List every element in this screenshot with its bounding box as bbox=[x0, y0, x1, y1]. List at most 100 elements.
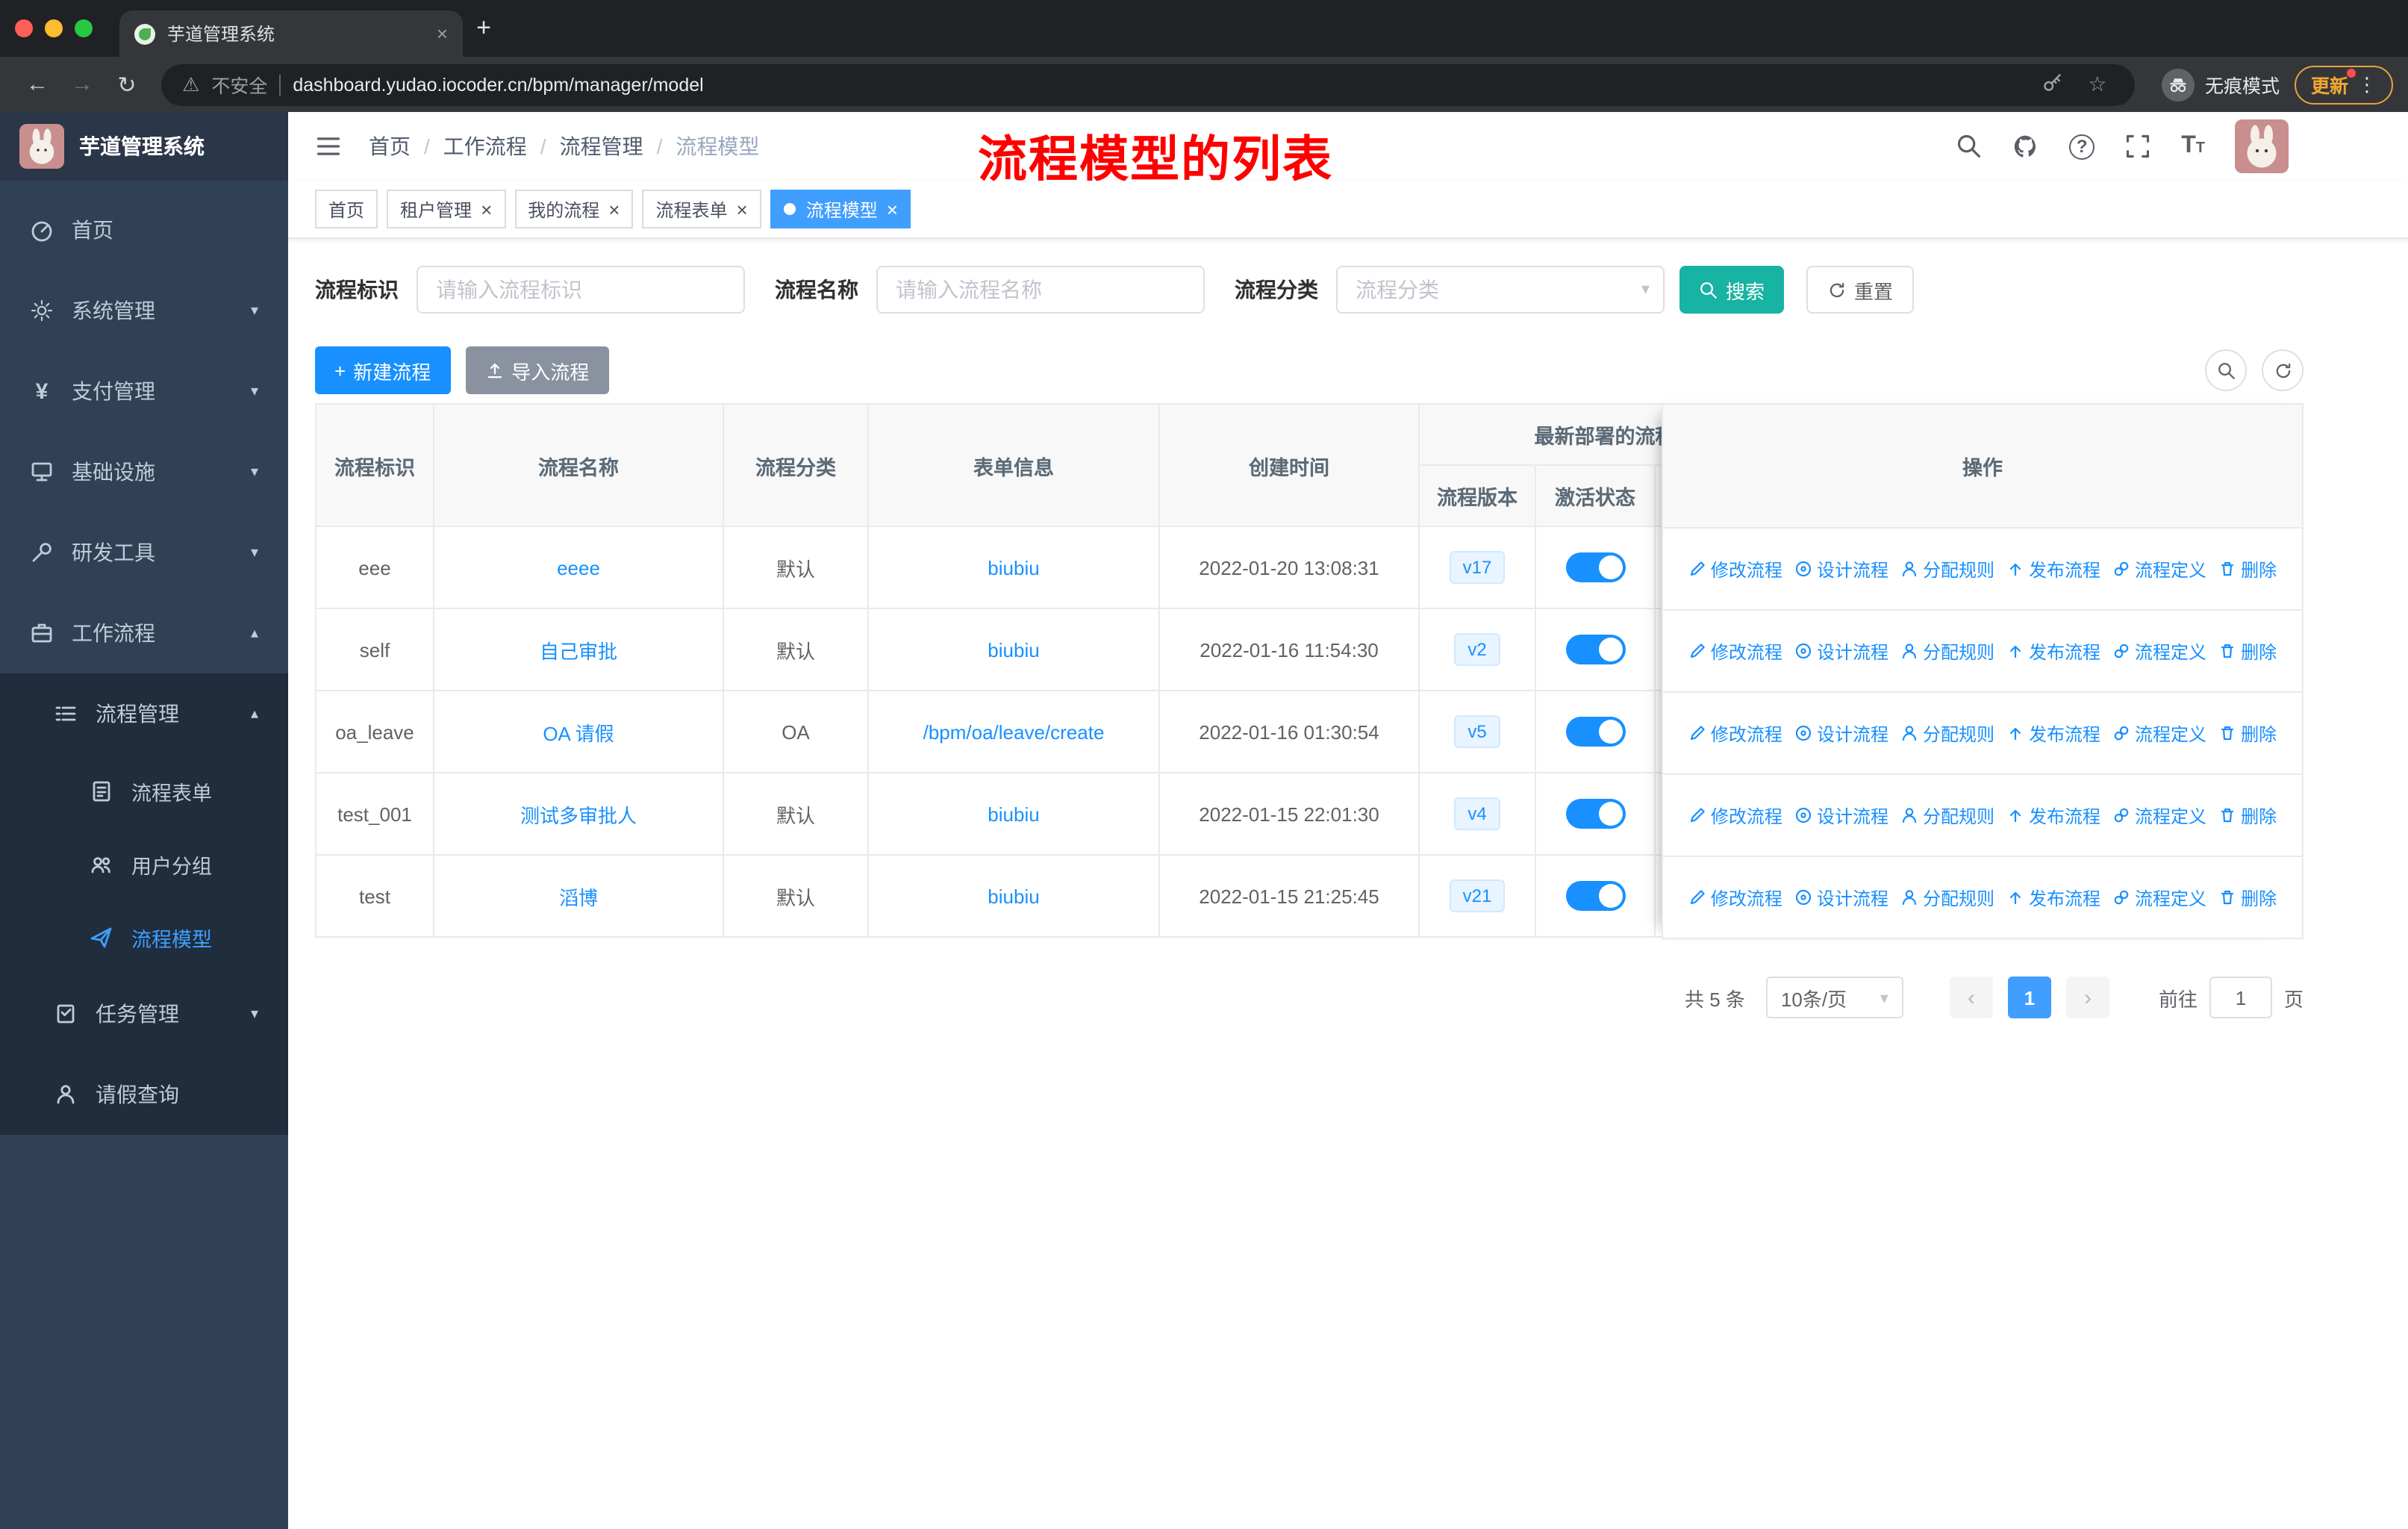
github-icon[interactable] bbox=[2012, 133, 2039, 160]
delete-link[interactable]: 删除 bbox=[2218, 638, 2277, 664]
publish-process-link[interactable]: 发布流程 bbox=[2006, 638, 2100, 664]
update-button[interactable]: 更新 ⋮ bbox=[2294, 65, 2393, 104]
breadcrumb-workflow[interactable]: 工作流程 bbox=[443, 131, 527, 161]
show-search-button[interactable] bbox=[2205, 349, 2247, 391]
zoom-window-button[interactable] bbox=[75, 19, 93, 37]
active-toggle[interactable] bbox=[1565, 799, 1625, 829]
minimize-window-button[interactable] bbox=[45, 19, 63, 37]
design-process-link[interactable]: 设计流程 bbox=[1794, 556, 1888, 582]
sidebar-item-task-mgmt[interactable]: 任务管理 ▾ bbox=[0, 974, 288, 1054]
form-info-link[interactable]: biubiu bbox=[988, 638, 1039, 661]
sidebar-item-workflow[interactable]: 工作流程 ▴ bbox=[0, 593, 288, 673]
process-name-link[interactable]: 滔博 bbox=[559, 886, 598, 909]
form-info-link[interactable]: /bpm/oa/leave/create bbox=[923, 720, 1105, 743]
close-icon[interactable]: × bbox=[887, 199, 898, 219]
delete-link[interactable]: 删除 bbox=[2218, 803, 2277, 828]
goto-page-input[interactable] bbox=[2209, 977, 2272, 1018]
design-process-link[interactable]: 设计流程 bbox=[1794, 720, 1888, 746]
modify-process-link[interactable]: 修改流程 bbox=[1688, 638, 1782, 664]
form-info-link[interactable]: biubiu bbox=[988, 556, 1039, 579]
sidebar-item-infrastructure[interactable]: 基础设施 ▾ bbox=[0, 432, 288, 512]
close-icon[interactable]: × bbox=[737, 199, 748, 219]
close-window-button[interactable] bbox=[15, 19, 33, 37]
tag-tenant-mgmt[interactable]: 租户管理 × bbox=[387, 190, 506, 228]
star-icon[interactable]: ☆ bbox=[2081, 72, 2114, 97]
design-process-link[interactable]: 设计流程 bbox=[1794, 885, 1888, 910]
process-name-link[interactable]: OA 请假 bbox=[543, 722, 614, 744]
process-definition-link[interactable]: 流程定义 bbox=[2112, 720, 2206, 746]
sidebar-item-process-form[interactable]: 流程表单 bbox=[0, 754, 288, 827]
publish-process-link[interactable]: 发布流程 bbox=[2006, 885, 2100, 910]
breadcrumb-process-mgmt[interactable]: 流程管理 bbox=[560, 131, 643, 161]
modify-process-link[interactable]: 修改流程 bbox=[1688, 556, 1782, 582]
sidebar-item-payment[interactable]: ¥ 支付管理 ▾ bbox=[0, 351, 288, 432]
active-toggle[interactable] bbox=[1565, 717, 1625, 747]
back-icon[interactable]: ← bbox=[15, 72, 60, 97]
publish-process-link[interactable]: 发布流程 bbox=[2006, 720, 2100, 746]
import-process-button[interactable]: 导入流程 bbox=[465, 346, 609, 394]
process-definition-link[interactable]: 流程定义 bbox=[2112, 803, 2206, 828]
tag-process-model[interactable]: 流程模型 × bbox=[770, 190, 911, 228]
active-toggle[interactable] bbox=[1565, 881, 1625, 911]
process-name-link[interactable]: 自己审批 bbox=[540, 640, 617, 662]
refresh-table-button[interactable] bbox=[2262, 349, 2303, 391]
tag-home[interactable]: 首页 bbox=[315, 190, 378, 228]
design-process-link[interactable]: 设计流程 bbox=[1794, 638, 1888, 664]
sidebar-item-devtools[interactable]: 研发工具 ▾ bbox=[0, 512, 288, 593]
address-bar[interactable]: ⚠ 不安全 dashboard.yudao.iocoder.cn/bpm/man… bbox=[161, 63, 2135, 105]
prev-page-button[interactable]: ‹ bbox=[1949, 977, 1993, 1018]
tag-process-form[interactable]: 流程表单 × bbox=[642, 190, 761, 228]
reset-button[interactable]: 重置 bbox=[1806, 266, 1915, 314]
close-icon[interactable]: × bbox=[608, 199, 620, 219]
design-process-link[interactable]: 设计流程 bbox=[1794, 803, 1888, 828]
sidebar-item-home[interactable]: 首页 bbox=[0, 190, 288, 270]
delete-link[interactable]: 删除 bbox=[2218, 556, 2277, 582]
search-button[interactable]: 搜索 bbox=[1679, 266, 1785, 314]
tag-my-process[interactable]: 我的流程 × bbox=[514, 190, 634, 228]
modify-process-link[interactable]: 修改流程 bbox=[1688, 885, 1782, 910]
delete-link[interactable]: 删除 bbox=[2218, 720, 2277, 746]
publish-process-link[interactable]: 发布流程 bbox=[2006, 556, 2100, 582]
process-name-input[interactable] bbox=[876, 266, 1205, 314]
modify-process-link[interactable]: 修改流程 bbox=[1688, 720, 1782, 746]
page-size-select[interactable]: 10条/页 ▾ bbox=[1765, 977, 1903, 1018]
close-icon[interactable]: × bbox=[437, 22, 448, 45]
assign-rule-link[interactable]: 分配规则 bbox=[1900, 885, 1994, 910]
process-definition-link[interactable]: 流程定义 bbox=[2112, 885, 2206, 910]
reload-icon[interactable]: ↻ bbox=[105, 71, 149, 98]
search-icon[interactable] bbox=[1956, 133, 1983, 160]
browser-tab[interactable]: 芋道管理系统 × bbox=[119, 10, 463, 57]
sidebar-item-process-model[interactable]: 流程模型 bbox=[0, 900, 288, 974]
breadcrumb-home[interactable]: 首页 bbox=[369, 131, 411, 161]
fullscreen-icon[interactable] bbox=[2124, 133, 2151, 160]
user-avatar[interactable] bbox=[2235, 119, 2289, 173]
current-page-button[interactable]: 1 bbox=[2007, 977, 2051, 1018]
font-size-icon[interactable]: TT bbox=[2181, 133, 2205, 160]
active-toggle[interactable] bbox=[1565, 635, 1625, 664]
assign-rule-link[interactable]: 分配规则 bbox=[1900, 556, 1994, 582]
process-definition-link[interactable]: 流程定义 bbox=[2112, 638, 2206, 664]
sidebar-item-user-group[interactable]: 用户分组 bbox=[0, 827, 288, 900]
create-process-button[interactable]: + 新建流程 bbox=[315, 346, 451, 394]
process-name-link[interactable]: eeee bbox=[557, 556, 600, 579]
close-icon[interactable]: × bbox=[481, 199, 492, 219]
kebab-menu-icon[interactable]: ⋮ bbox=[2357, 72, 2377, 96]
process-name-link[interactable]: 测试多审批人 bbox=[520, 804, 637, 826]
active-toggle[interactable] bbox=[1565, 552, 1625, 582]
form-info-link[interactable]: biubiu bbox=[988, 885, 1039, 907]
sidebar-item-leave-query[interactable]: 请假查询 bbox=[0, 1054, 288, 1135]
modify-process-link[interactable]: 修改流程 bbox=[1688, 803, 1782, 828]
delete-link[interactable]: 删除 bbox=[2218, 885, 2277, 910]
process-id-input[interactable] bbox=[417, 266, 745, 314]
sidebar-item-system[interactable]: 系统管理 ▾ bbox=[0, 270, 288, 351]
new-tab-button[interactable]: + bbox=[463, 13, 505, 43]
next-page-button[interactable]: › bbox=[2065, 977, 2109, 1018]
publish-process-link[interactable]: 发布流程 bbox=[2006, 803, 2100, 828]
hamburger-icon[interactable] bbox=[312, 133, 345, 160]
process-definition-link[interactable]: 流程定义 bbox=[2112, 556, 2206, 582]
form-info-link[interactable]: biubiu bbox=[988, 803, 1039, 825]
forward-icon[interactable]: → bbox=[60, 72, 105, 97]
app-logo[interactable]: 芋道管理系统 bbox=[0, 112, 288, 181]
assign-rule-link[interactable]: 分配规则 bbox=[1900, 638, 1994, 664]
help-icon[interactable]: ? bbox=[2069, 134, 2095, 159]
